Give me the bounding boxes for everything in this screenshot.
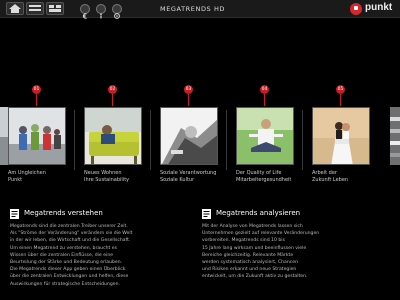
- trend-stem: [340, 94, 341, 106]
- document-icon: [10, 209, 19, 219]
- carousel-divider: [150, 110, 151, 170]
- trend-stem: [112, 94, 113, 106]
- section-title: Megatrends verstehen: [24, 209, 103, 217]
- carousel-edge-right: [390, 107, 400, 165]
- list-view-button[interactable]: [26, 2, 44, 15]
- settings-button[interactable]: [112, 4, 122, 19]
- section-title: Megatrends analysieren: [216, 209, 301, 217]
- home-button[interactable]: [6, 2, 24, 15]
- settings-icon: [114, 13, 120, 19]
- trend-marker-03[interactable]: 03: [184, 85, 193, 94]
- top-toolbar: MEGATRENDS HD punkt: [0, 0, 400, 19]
- trend-marker-05[interactable]: 05: [336, 85, 345, 94]
- info-icon: [100, 13, 102, 19]
- trend-marker-04[interactable]: 04: [260, 85, 269, 94]
- list-icon: [29, 5, 41, 11]
- section-body: Megatrends sind die zentralen Treiber un…: [10, 224, 133, 287]
- carousel-divider: [302, 110, 303, 170]
- trend-label-05: Arbeit der Zukunft Leben: [312, 170, 349, 183]
- trend-marker-01[interactable]: 01: [32, 85, 41, 94]
- trend-marker-02[interactable]: 02: [108, 85, 117, 94]
- trend-thumb-02[interactable]: [84, 107, 142, 165]
- info-button[interactable]: [96, 4, 106, 19]
- trend-thumb-03[interactable]: [160, 107, 218, 165]
- carousel-divider: [74, 110, 75, 170]
- carousel-divider: [226, 110, 227, 170]
- trend-stem: [264, 94, 265, 106]
- grid-icon: [49, 5, 61, 12]
- trend-thumb-01[interactable]: [8, 107, 66, 165]
- trend-label-02: Neues Wohnen Ihre Sustainability: [84, 170, 130, 183]
- home-icon: [9, 4, 21, 13]
- punkt-logo-icon: [350, 3, 362, 15]
- section-body: Mit der Analyse von Megatrends lassen si…: [202, 224, 320, 280]
- trend-stem: [188, 94, 189, 106]
- trend-stem: [36, 94, 37, 106]
- euro-icon: [82, 13, 87, 19]
- euro-button[interactable]: [80, 4, 90, 19]
- trend-thumb-04[interactable]: [236, 107, 294, 165]
- trend-label-01: Am Ungleichen Punkt: [8, 170, 46, 183]
- brand-name: punkt: [365, 2, 393, 13]
- app-title: MEGATRENDS HD: [160, 5, 226, 13]
- trend-label-04: Der Quality of Life Mitarbeitergesundhei…: [236, 170, 292, 183]
- trend-thumb-05[interactable]: [312, 107, 370, 165]
- document-icon: [202, 209, 211, 219]
- trend-label-03: Soziale Verantwortung Soziale Kultur: [160, 170, 217, 183]
- grid-view-button[interactable]: [46, 2, 64, 15]
